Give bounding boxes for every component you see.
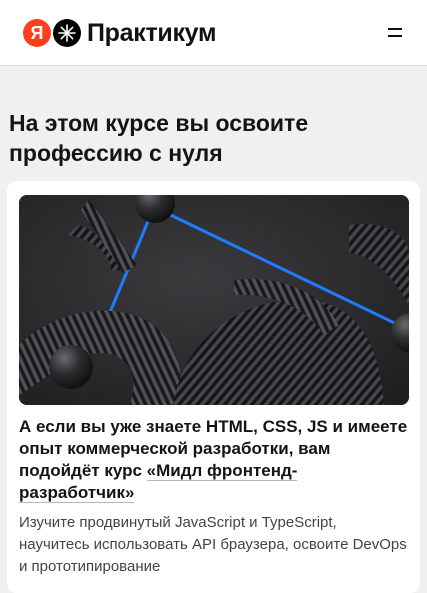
hamburger-menu-button[interactable]: [384, 23, 406, 43]
menu-icon-line: [388, 35, 402, 37]
site-header: Я Практикум: [0, 0, 427, 66]
praktikum-logo[interactable]: Я Практикум: [23, 18, 216, 48]
yandex-logo-icon: Я: [23, 19, 51, 47]
card-description: Изучите продвинутый JavaScript и TypeScr…: [19, 514, 407, 575]
praktikum-star-icon: [53, 19, 81, 47]
card-heading: А если вы уже знаете HTML, CSS, JS и име…: [19, 416, 411, 504]
brand-name: Практикум: [87, 18, 217, 47]
menu-icon-line: [388, 28, 402, 30]
course-card: А если вы уже знаете HTML, CSS, JS и име…: [7, 181, 420, 593]
section-title: На этом курсе вы освоите профессию с нул…: [9, 110, 309, 166]
course-illustration: [19, 195, 409, 405]
